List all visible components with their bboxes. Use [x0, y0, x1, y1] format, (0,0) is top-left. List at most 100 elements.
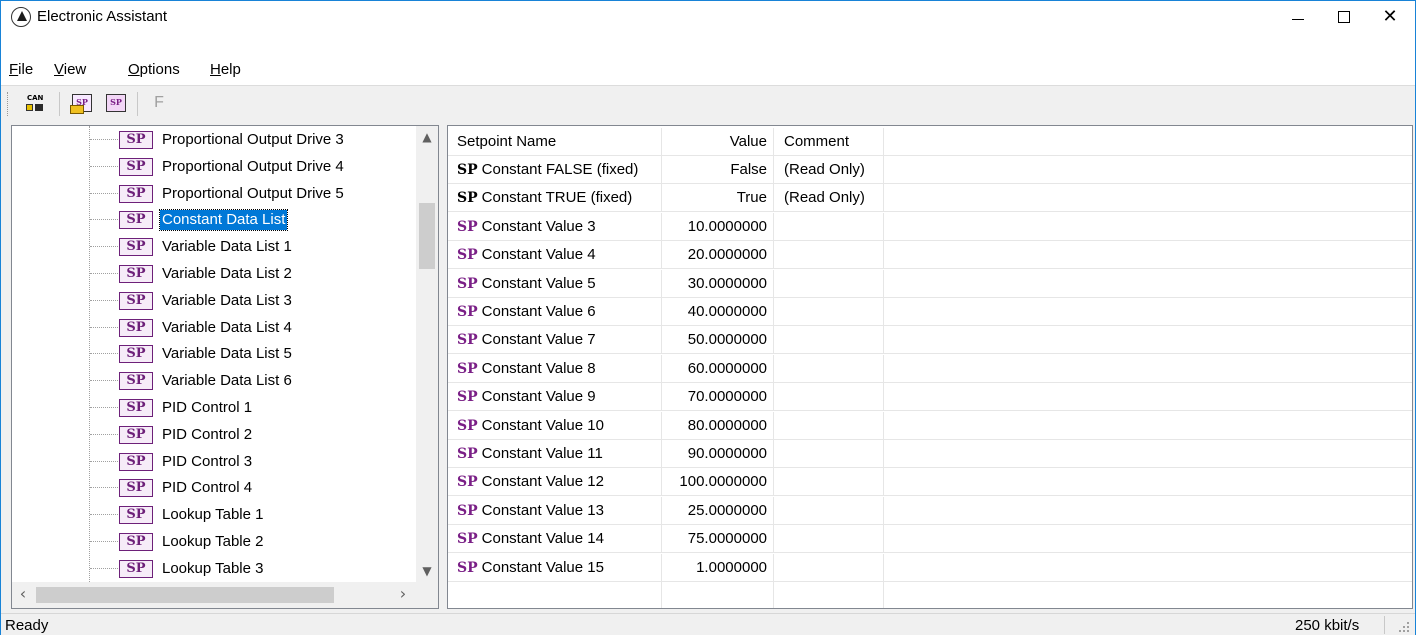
scroll-down-arrow[interactable]: ▼: [416, 560, 438, 582]
menu-options[interactable]: Options: [128, 61, 180, 78]
setpoint-comment-cell[interactable]: (Read Only): [774, 156, 884, 184]
setpoint-comment-cell[interactable]: (Read Only): [774, 184, 884, 213]
column-header-comment[interactable]: Comment: [774, 128, 884, 156]
table-row[interactable]: SP Constant Value 13 25.0000000: [448, 496, 1412, 525]
setpoint-comment-cell[interactable]: [774, 354, 884, 383]
close-button[interactable]: ✕: [1367, 1, 1413, 33]
table-row[interactable]: SP Constant TRUE (fixed) True (Read Only): [448, 184, 1412, 213]
tree-item[interactable]: SP Proportional Output Drive 5: [12, 180, 416, 206]
table-row[interactable]: SP Constant Value 15 1.0000000: [448, 553, 1412, 582]
setpoint-comment-cell[interactable]: [774, 440, 884, 468]
setpoint-name-cell[interactable]: SP Constant Value 9: [448, 383, 662, 412]
setpoint-comment-cell[interactable]: [774, 496, 884, 525]
setpoint-comment-cell[interactable]: [774, 212, 884, 241]
scroll-up-arrow[interactable]: ▲: [416, 126, 438, 148]
setpoint-comment-cell[interactable]: [774, 298, 884, 326]
table-row[interactable]: SP Constant Value 6 40.0000000: [448, 298, 1412, 326]
pane-splitter[interactable]: [439, 125, 447, 609]
column-header-setpoint-name[interactable]: Setpoint Name: [448, 128, 662, 156]
setpoint-name-cell[interactable]: SP Constant Value 12: [448, 468, 662, 497]
setpoint-name-cell[interactable]: SP Constant Value 15: [448, 553, 662, 582]
tree-item[interactable]: SP Variable Data List 4: [12, 314, 416, 340]
open-setpoint-file-button[interactable]: SP: [70, 91, 94, 115]
table-row[interactable]: SP Constant Value 10 80.0000000: [448, 411, 1412, 440]
setpoint-name-cell[interactable]: SP Constant Value 11: [448, 440, 662, 468]
setpoint-comment-cell[interactable]: [774, 411, 884, 440]
setpoint-name-cell[interactable]: SP Constant Value 4: [448, 241, 662, 270]
table-row[interactable]: SP Constant Value 5 30.0000000: [448, 269, 1412, 298]
setpoint-value-cell[interactable]: 1.0000000: [662, 553, 774, 582]
tree-item[interactable]: SP PID Control 1: [12, 394, 416, 420]
minimize-button[interactable]: [1275, 1, 1321, 33]
tree-item[interactable]: SP PID Control 3: [12, 448, 416, 474]
menu-file[interactable]: File: [9, 61, 33, 78]
setpoint-value-cell[interactable]: 40.0000000: [662, 298, 774, 326]
setpoint-name-cell[interactable]: SP Constant Value 8: [448, 354, 662, 383]
flash-button[interactable]: F: [147, 91, 171, 115]
tree-item[interactable]: SP PID Control 4: [12, 474, 416, 500]
tree-item[interactable]: SP Variable Data List 5: [12, 340, 416, 366]
setpoint-name-cell[interactable]: SP Constant Value 5: [448, 269, 662, 298]
setpoint-name-cell[interactable]: SP Constant FALSE (fixed): [448, 156, 662, 184]
setpoint-value-cell[interactable]: 100.0000000: [662, 468, 774, 497]
table-row[interactable]: SP Constant FALSE (fixed) False (Read Only): [448, 156, 1412, 184]
table-row[interactable]: SP Constant Value 7 50.0000000: [448, 326, 1412, 355]
setpoint-value-cell[interactable]: 25.0000000: [662, 496, 774, 525]
tree-item[interactable]: SP Variable Data List 3: [12, 287, 416, 313]
scroll-left-arrow[interactable]: ‹: [12, 582, 34, 608]
setpoint-comment-cell[interactable]: [774, 553, 884, 582]
setpoint-name-cell[interactable]: SP Constant Value 6: [448, 298, 662, 326]
menu-help[interactable]: Help: [210, 61, 241, 78]
setpoint-name-cell[interactable]: SP Constant Value 13: [448, 496, 662, 525]
tree-item[interactable]: SP Constant Data List: [12, 206, 416, 232]
tree-horizontal-scrollbar[interactable]: ‹ ›: [12, 582, 438, 608]
resize-grip-icon[interactable]: [1397, 620, 1411, 634]
tree-item[interactable]: SP Proportional Output Drive 4: [12, 153, 416, 179]
tree-hscroll-thumb[interactable]: [36, 587, 334, 603]
setpoint-comment-cell[interactable]: [774, 326, 884, 355]
column-header-value[interactable]: Value: [662, 128, 774, 156]
setpoint-name-cell[interactable]: SP Constant Value 14: [448, 525, 662, 554]
table-row[interactable]: SP Constant Value 9 70.0000000: [448, 383, 1412, 412]
setpoint-value-cell[interactable]: 50.0000000: [662, 326, 774, 355]
setpoint-value-cell[interactable]: False: [662, 156, 774, 184]
setpoint-tree[interactable]: SP Proportional Output Drive 3 SP Proportio…: [11, 125, 439, 609]
setpoint-comment-cell[interactable]: [774, 468, 884, 497]
tree-item[interactable]: SP Variable Data List 1: [12, 233, 416, 259]
table-row[interactable]: SP Constant Value 3 10.0000000: [448, 212, 1412, 241]
setpoint-value-cell[interactable]: 70.0000000: [662, 383, 774, 412]
setpoint-value-cell[interactable]: 10.0000000: [662, 212, 774, 241]
setpoint-value-cell[interactable]: 20.0000000: [662, 241, 774, 270]
menu-view[interactable]: View: [54, 61, 86, 78]
tree-item[interactable]: SP Proportional Output Drive 3: [12, 126, 416, 152]
tree-item[interactable]: SP Variable Data List 2: [12, 260, 416, 286]
setpoint-comment-cell[interactable]: [774, 525, 884, 554]
setpoint-value-cell[interactable]: 75.0000000: [662, 525, 774, 554]
setpoint-comment-cell[interactable]: [774, 383, 884, 412]
table-row[interactable]: SP Constant Value 4 20.0000000: [448, 241, 1412, 270]
maximize-button[interactable]: [1321, 1, 1367, 33]
setpoint-value-cell[interactable]: 80.0000000: [662, 411, 774, 440]
setpoint-value-cell[interactable]: 30.0000000: [662, 269, 774, 298]
tree-vscroll-thumb[interactable]: [419, 203, 435, 269]
setpoint-value-cell[interactable]: True: [662, 184, 774, 213]
setpoint-value-cell[interactable]: 90.0000000: [662, 440, 774, 468]
tree-item[interactable]: SP Lookup Table 2: [12, 528, 416, 554]
tree-vertical-scrollbar[interactable]: ▲ ▼: [416, 126, 438, 582]
tree-item[interactable]: SP Lookup Table 3: [12, 555, 416, 581]
table-row[interactable]: SP Constant Value 14 75.0000000: [448, 525, 1412, 554]
toolbar-grip[interactable]: [7, 92, 10, 116]
save-setpoint-file-button[interactable]: SP: [104, 91, 128, 115]
tree-item[interactable]: SP PID Control 2: [12, 421, 416, 447]
setpoint-value-cell[interactable]: 60.0000000: [662, 354, 774, 383]
tree-item[interactable]: SP Variable Data List 6: [12, 367, 416, 393]
table-row[interactable]: SP Constant Value 8 60.0000000: [448, 354, 1412, 383]
setpoint-name-cell[interactable]: SP Constant Value 10: [448, 411, 662, 440]
setpoint-name-cell[interactable]: SP Constant Value 7: [448, 326, 662, 355]
setpoint-name-cell[interactable]: SP Constant TRUE (fixed): [448, 184, 662, 213]
table-row[interactable]: SP Constant Value 11 90.0000000: [448, 440, 1412, 468]
table-row[interactable]: SP Constant Value 12 100.0000000: [448, 468, 1412, 497]
tree-item[interactable]: SP Lookup Table 1: [12, 501, 416, 527]
setpoint-name-cell[interactable]: SP Constant Value 3: [448, 212, 662, 241]
setpoint-comment-cell[interactable]: [774, 269, 884, 298]
